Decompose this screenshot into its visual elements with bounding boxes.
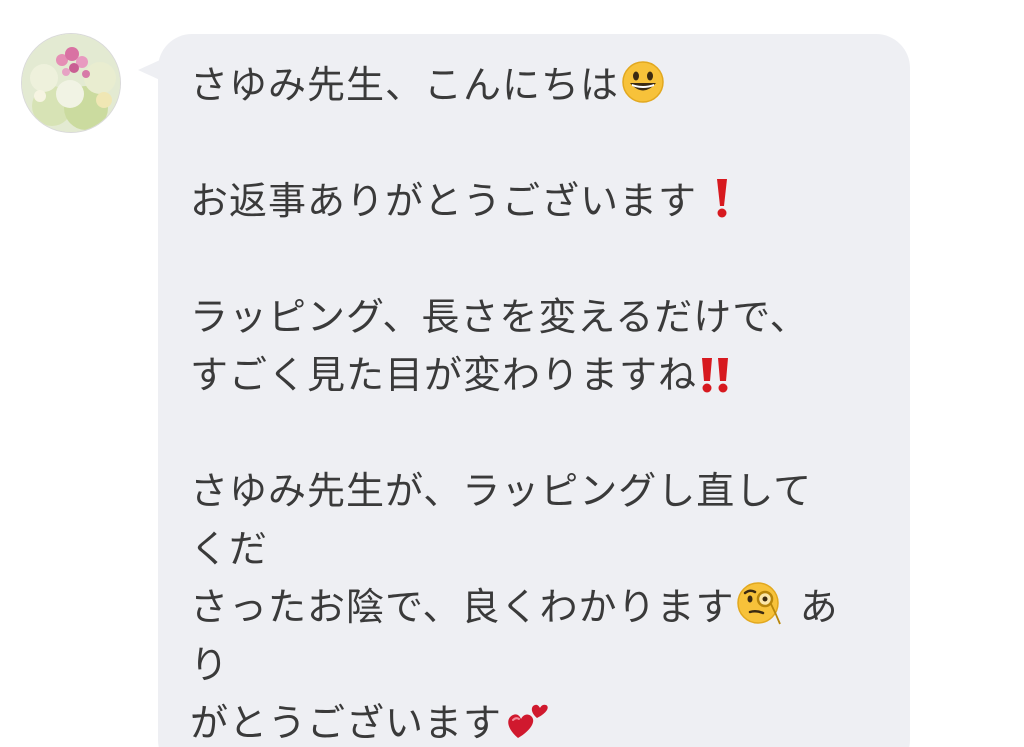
bubble-tail bbox=[138, 60, 160, 80]
line-text-after: あ bbox=[786, 585, 839, 629]
two-hearts-icon bbox=[504, 698, 550, 742]
message-line: さゆみ先生が、ラッピングし直して bbox=[190, 462, 890, 520]
exclamation-icon bbox=[712, 176, 732, 220]
line-text: お返事ありがとうございます bbox=[190, 179, 711, 223]
flower-bouquet-avatar-icon bbox=[22, 34, 120, 132]
monocle-face-icon bbox=[736, 580, 786, 626]
line-text: り bbox=[190, 643, 230, 687]
double-exclamation-icon bbox=[699, 354, 733, 394]
message-line: くだ bbox=[190, 520, 890, 578]
line-text: さったお陰で、良くわかります bbox=[190, 585, 735, 629]
message-text: さゆみ先生、こんにちは お返事ありがとうございます ラッピング、長さを変えるだけ… bbox=[190, 56, 890, 747]
message-line: すごく見た目が変わりますね bbox=[190, 346, 890, 404]
line-text: さゆみ先生が、ラッピングし直して bbox=[190, 469, 813, 513]
message-line: さったお陰で、良くわかります あ bbox=[190, 578, 890, 636]
line-text: さゆみ先生、こんにちは bbox=[190, 63, 620, 107]
line-text: がとうございます bbox=[190, 701, 503, 745]
message-line: り bbox=[190, 636, 890, 694]
sender-avatar[interactable] bbox=[22, 34, 120, 132]
chat-area: さゆみ先生、こんにちは お返事ありがとうございます ラッピング、長さを変えるだけ… bbox=[0, 0, 1024, 747]
message-line: がとうございます bbox=[190, 694, 890, 747]
line-text: すごく見た目が変わりますね bbox=[190, 353, 698, 397]
message-line: お返事ありがとうございます bbox=[190, 172, 890, 230]
line-text: ラッピング、長さを変えるだけで、 bbox=[190, 295, 809, 339]
message-line: さゆみ先生、こんにちは bbox=[190, 56, 890, 114]
line-text: くだ bbox=[190, 527, 269, 571]
message-line: ラッピング、長さを変えるだけで、 bbox=[190, 288, 890, 346]
grinning-face-icon bbox=[621, 60, 665, 104]
